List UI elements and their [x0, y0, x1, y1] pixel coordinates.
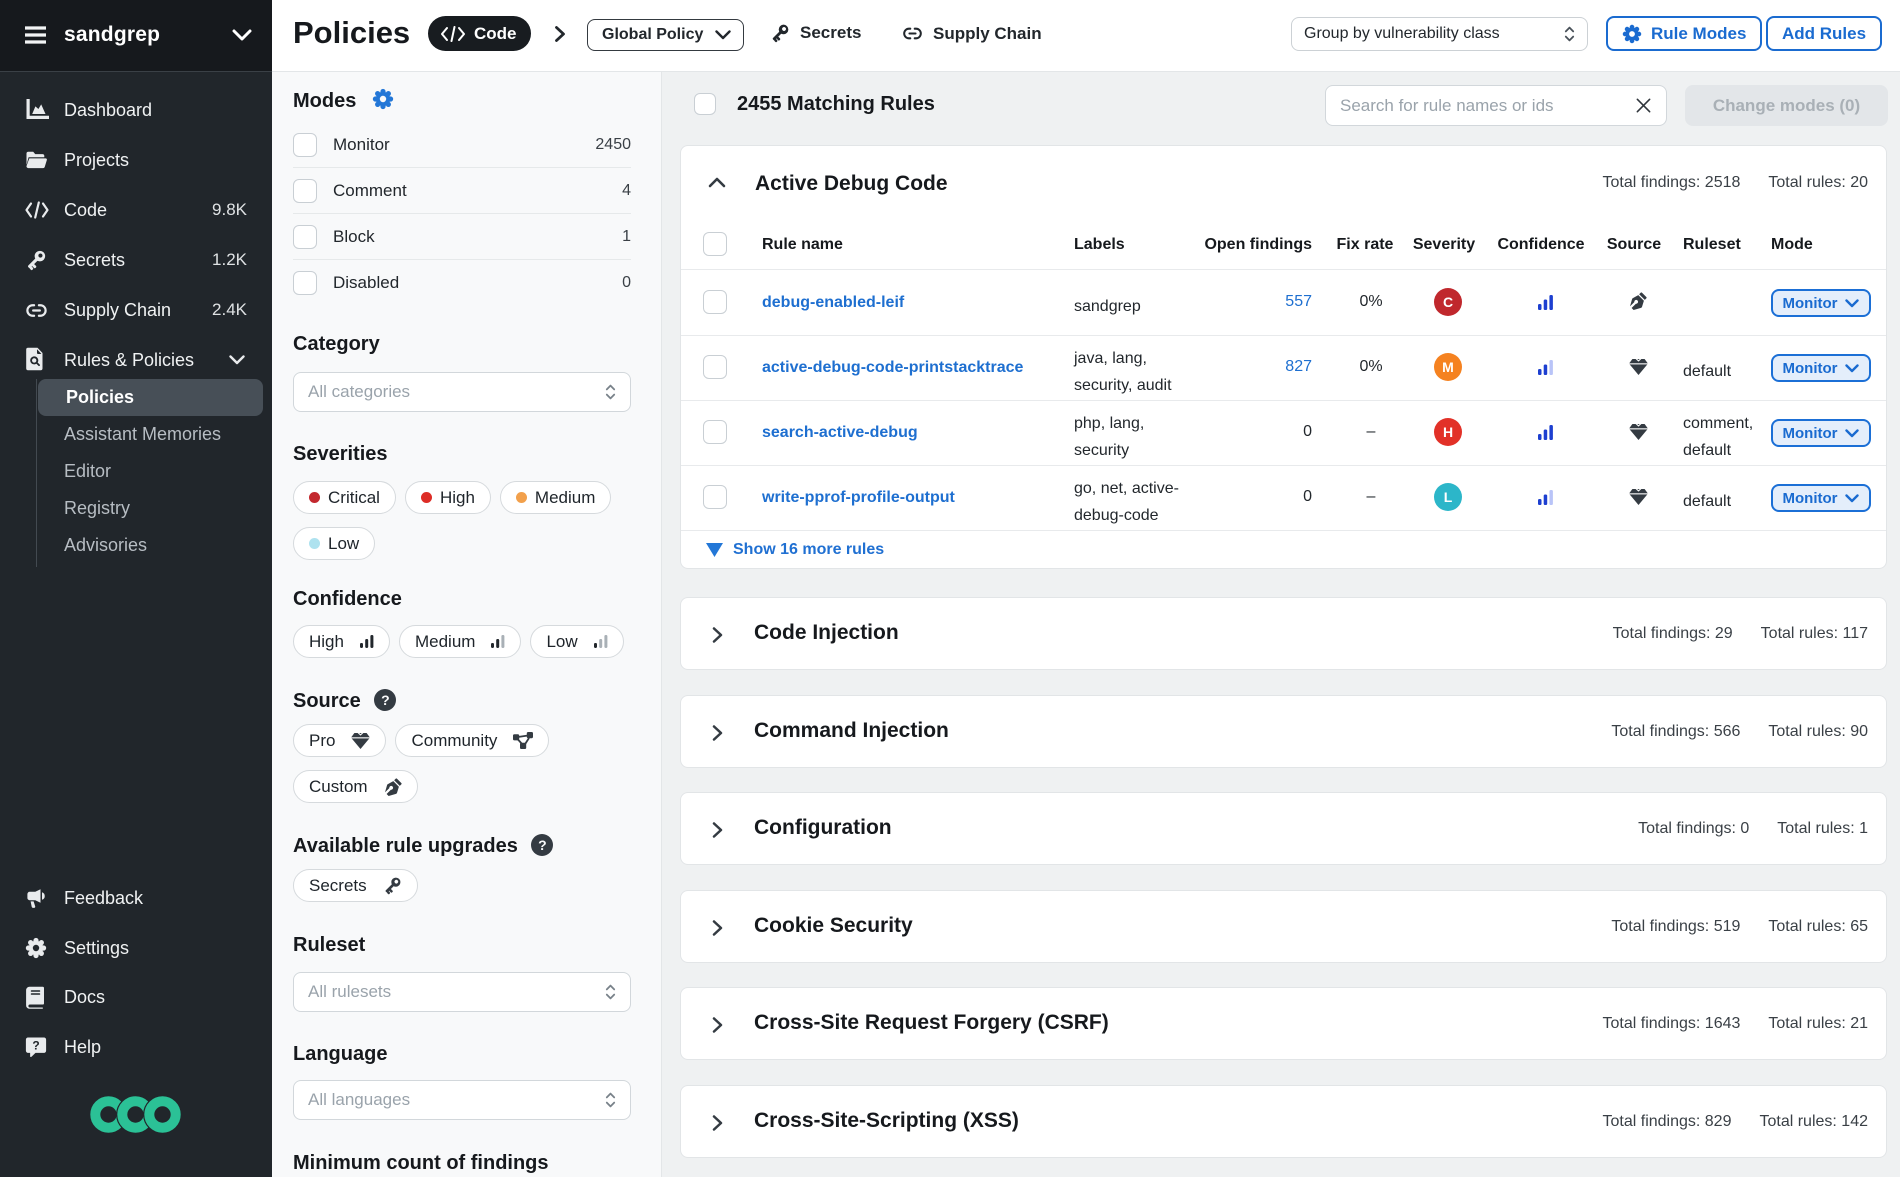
svg-text:?: ? — [32, 1038, 39, 1052]
